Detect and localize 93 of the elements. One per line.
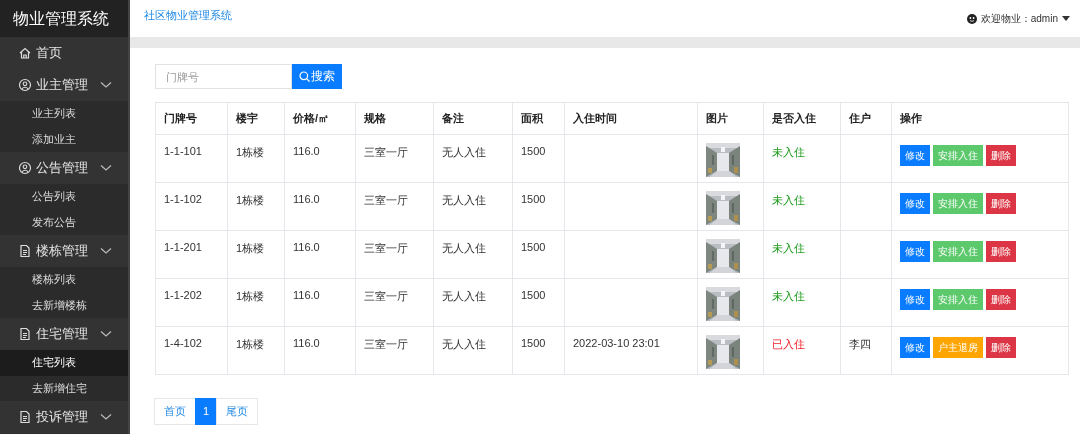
column-header: 价格/㎡ bbox=[284, 102, 356, 135]
status-text: 未入住 bbox=[772, 194, 805, 206]
table-cell: 1栋楼 bbox=[236, 146, 265, 158]
column-header: 备注 bbox=[433, 102, 513, 135]
table-cell: 李四 bbox=[849, 338, 871, 350]
table-cell: 1500 bbox=[521, 289, 546, 301]
table-cell: 1500 bbox=[521, 193, 546, 205]
table-cell: 2022-03-10 23:01 bbox=[573, 337, 660, 349]
column-header: 住户 bbox=[840, 102, 892, 135]
submenu-item[interactable]: 发布公告 bbox=[0, 209, 128, 235]
app-title: 物业管理系统 bbox=[0, 0, 128, 37]
table-cell: 无人入住 bbox=[442, 194, 486, 206]
column-header: 规格 bbox=[355, 102, 434, 135]
edit-button[interactable]: 修改 bbox=[900, 337, 930, 358]
table-cell: 1500 bbox=[521, 145, 546, 157]
table-cell: 无人入住 bbox=[442, 338, 486, 350]
table-cell: 无人入住 bbox=[442, 242, 486, 254]
user-menu[interactable]: 欢迎物业：admin bbox=[980, 11, 1058, 26]
submenu-item[interactable]: 业主列表 bbox=[0, 101, 128, 127]
delete-button[interactable]: 删除 bbox=[986, 337, 1016, 358]
chevron-down-icon bbox=[100, 164, 112, 172]
table-cell: 三室一厅 bbox=[364, 290, 408, 302]
document-icon bbox=[18, 410, 32, 424]
table-cell: 1500 bbox=[521, 337, 546, 349]
table-cell: 1-1-102 bbox=[164, 193, 202, 205]
menu-item[interactable]: 住宅管理 bbox=[0, 318, 128, 350]
edit-button[interactable]: 修改 bbox=[900, 289, 930, 310]
table-cell: 116.0 bbox=[293, 337, 320, 349]
table-cell: 1栋楼 bbox=[236, 242, 265, 254]
menu-item[interactable]: 投诉管理 bbox=[0, 401, 128, 433]
column-header: 入住时间 bbox=[564, 102, 698, 135]
document-icon bbox=[18, 244, 32, 258]
submenu-item[interactable]: 楼栋列表 bbox=[0, 267, 128, 293]
menu-item[interactable]: 业主管理 bbox=[0, 69, 128, 101]
home-icon bbox=[18, 46, 32, 60]
column-header: 门牌号 bbox=[155, 102, 228, 135]
delete-button[interactable]: 删除 bbox=[986, 145, 1016, 166]
chevron-down-icon bbox=[100, 247, 112, 255]
page-link[interactable]: 尾页 bbox=[216, 398, 259, 425]
column-header: 图片 bbox=[697, 102, 764, 135]
submenu-item[interactable]: 去新增楼栋 bbox=[0, 292, 128, 318]
table-cell: 1-1-101 bbox=[164, 145, 202, 157]
column-header: 楼宇 bbox=[227, 102, 285, 135]
breadcrumb-link[interactable]: 社区物业管理系统 bbox=[144, 8, 232, 23]
chevron-down-icon bbox=[100, 81, 112, 89]
submenu-item[interactable]: 去新增住宅 bbox=[0, 375, 128, 401]
column-header: 是否入住 bbox=[763, 102, 841, 135]
table-cell: 三室一厅 bbox=[364, 146, 408, 158]
submenu-item[interactable]: 住宅列表 bbox=[0, 350, 128, 376]
search-field[interactable]: 门牌号 bbox=[155, 64, 292, 89]
edit-button[interactable]: 修改 bbox=[900, 193, 930, 214]
edit-button[interactable]: 修改 bbox=[900, 145, 930, 166]
menu-item[interactable]: 楼栋管理 bbox=[0, 235, 128, 267]
search-button[interactable]: 搜索 bbox=[292, 64, 342, 89]
table-cell: 无人入住 bbox=[442, 146, 486, 158]
table-cell: 1500 bbox=[521, 241, 546, 253]
table-cell: 116.0 bbox=[293, 289, 320, 301]
chevron-down-icon bbox=[100, 413, 112, 421]
submenu-item[interactable]: 公告列表 bbox=[0, 184, 128, 210]
table-cell: 1-4-102 bbox=[164, 337, 202, 349]
column-header: 面积 bbox=[512, 102, 565, 135]
table-cell: 三室一厅 bbox=[364, 338, 408, 350]
table-cell: 1-1-201 bbox=[164, 241, 202, 253]
status-text: 未入住 bbox=[772, 242, 805, 254]
edit-button[interactable]: 修改 bbox=[900, 241, 930, 262]
caret-icon bbox=[1062, 16, 1070, 21]
submenu-item[interactable]: 添加业主 bbox=[0, 126, 128, 152]
menu-item[interactable]: 首页 bbox=[0, 37, 128, 69]
column-header: 操作 bbox=[891, 102, 1069, 135]
status-text: 未入住 bbox=[772, 290, 805, 302]
table-cell: 116.0 bbox=[293, 193, 320, 205]
table-cell: 三室一厅 bbox=[364, 242, 408, 254]
user-avatar-icon bbox=[966, 13, 977, 24]
table-cell: 1-1-202 bbox=[164, 289, 202, 301]
table-cell: 1栋楼 bbox=[236, 194, 265, 206]
table-cell: 无人入住 bbox=[442, 290, 486, 302]
page-link[interactable]: 1 bbox=[195, 398, 218, 425]
delete-button[interactable]: 删除 bbox=[986, 193, 1016, 214]
menu-item[interactable]: 公告管理 bbox=[0, 152, 128, 184]
delete-button[interactable]: 删除 bbox=[986, 241, 1016, 262]
user-circle-icon bbox=[18, 78, 32, 92]
table-cell: 116.0 bbox=[293, 241, 320, 253]
status-text: 已入住 bbox=[772, 338, 805, 350]
delete-button[interactable]: 删除 bbox=[986, 289, 1016, 310]
user-circle-icon bbox=[18, 161, 32, 175]
chevron-down-icon bbox=[100, 330, 112, 338]
table-cell: 三室一厅 bbox=[364, 194, 408, 206]
table-cell: 1栋楼 bbox=[236, 290, 265, 302]
document-icon bbox=[18, 327, 32, 341]
status-text: 未入住 bbox=[772, 146, 805, 158]
table-cell: 1栋楼 bbox=[236, 338, 265, 350]
search-icon bbox=[299, 71, 310, 82]
table-cell: 116.0 bbox=[293, 145, 320, 157]
